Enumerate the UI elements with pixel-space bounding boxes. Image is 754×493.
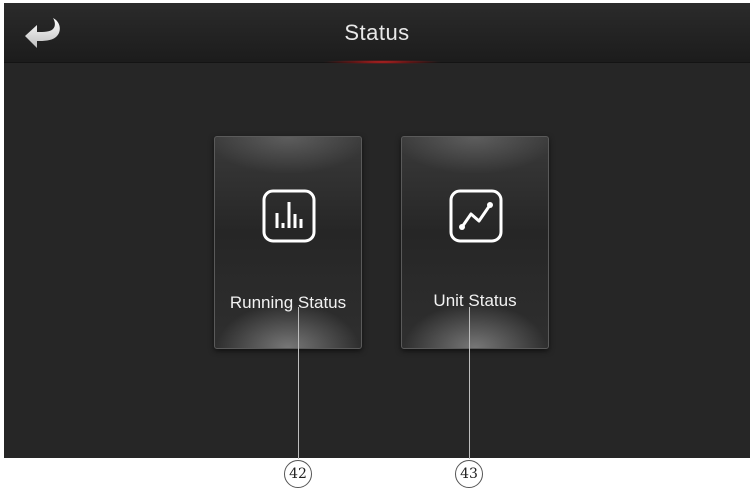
callout-marker-42: 42 (284, 460, 312, 488)
unit-status-tile[interactable]: Unit Status (401, 136, 549, 349)
tile-label-unit-status: Unit Status (433, 291, 517, 310)
line-chart-icon (449, 189, 503, 243)
callout-line (469, 307, 470, 459)
bar-chart-icon (262, 189, 316, 243)
title-underline (322, 60, 442, 64)
running-status-tile[interactable]: Running Status (214, 136, 362, 349)
page-title: Status (344, 20, 410, 45)
status-screen: Status Running Status Unit Status (4, 3, 750, 458)
tile-label-running-status: Running Status (229, 293, 347, 312)
callout-marker-43: 43 (455, 460, 483, 488)
callout-line (298, 307, 299, 459)
header-bar: Status (4, 3, 750, 64)
